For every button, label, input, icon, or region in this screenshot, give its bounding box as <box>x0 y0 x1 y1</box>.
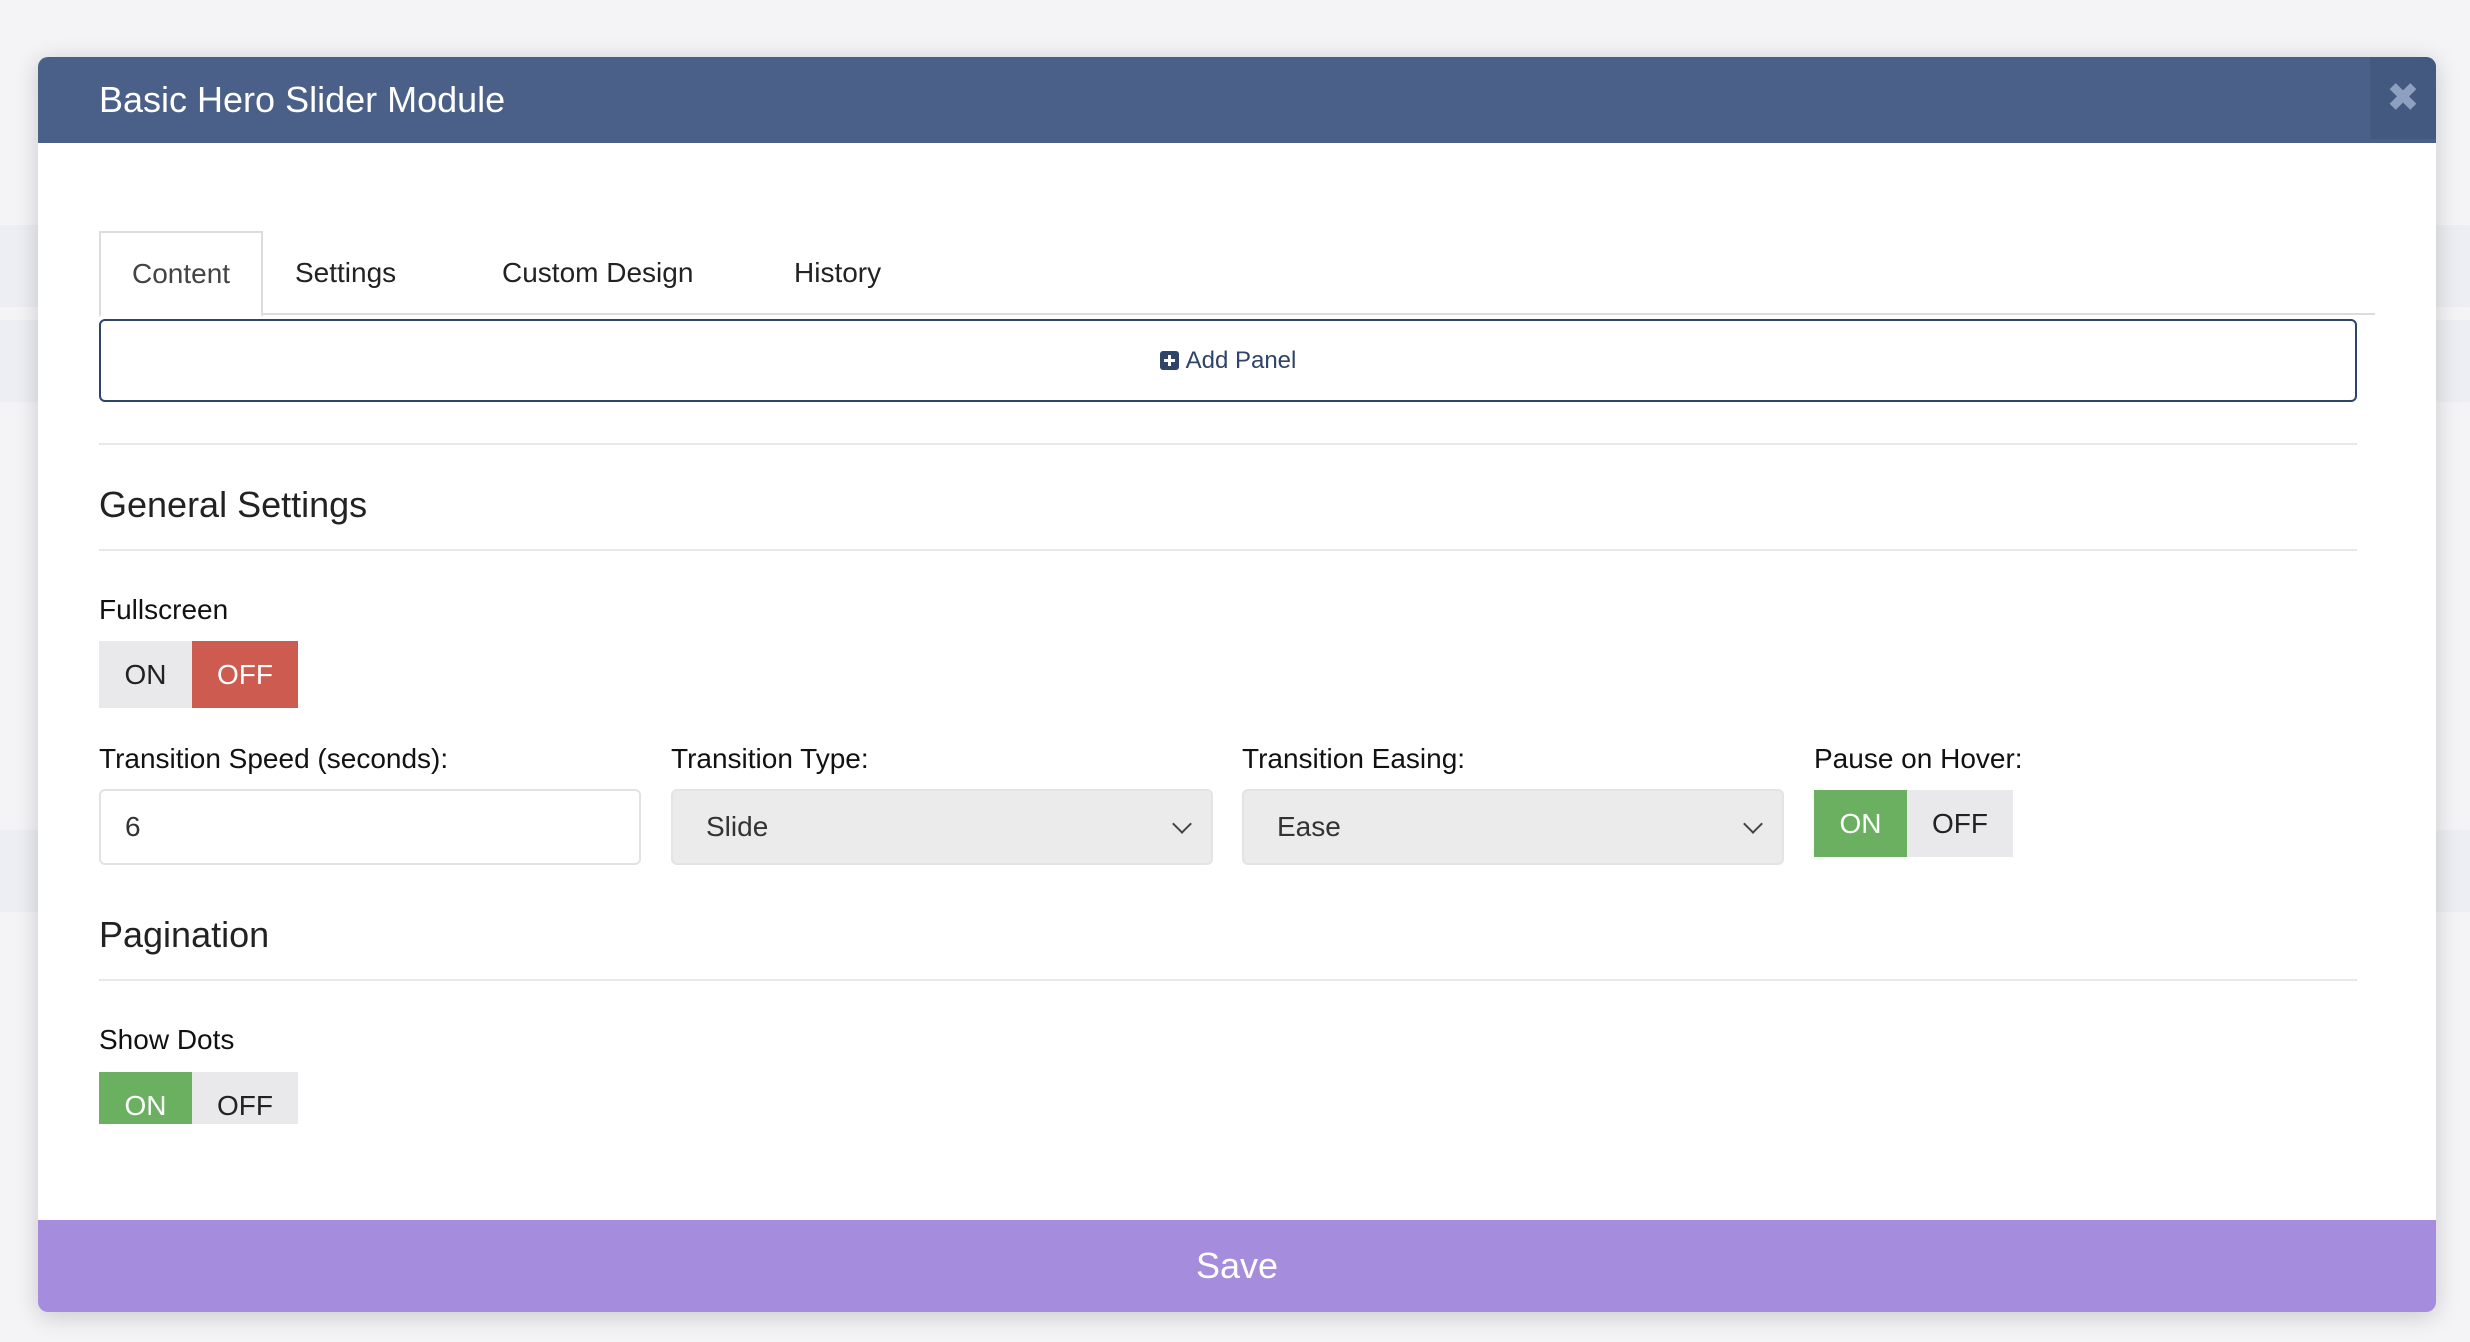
transition-speed-label: Transition Speed (seconds): <box>99 743 449 774</box>
fullscreen-label: Fullscreen <box>99 594 229 625</box>
plus-square-icon <box>1159 351 1179 370</box>
modal-title: Basic Hero Slider Module <box>99 79 506 120</box>
tab-history[interactable]: History <box>763 231 912 315</box>
tab-custom-design[interactable]: Custom Design <box>471 231 724 315</box>
fullscreen-off-option[interactable]: OFF <box>192 641 298 708</box>
pagination-heading: Pagination <box>99 914 270 955</box>
pause-on-hover-label: Pause on Hover: <box>1814 743 2023 774</box>
divider <box>99 443 2357 445</box>
general-settings-heading: General Settings <box>99 484 368 525</box>
tab-content[interactable]: Content <box>99 231 264 317</box>
fullscreen-toggle: ON OFF <box>99 641 298 708</box>
tab-bar: Content Settings Custom Design History <box>99 175 2375 317</box>
divider <box>99 549 2357 551</box>
transition-easing-select[interactable]: Ease <box>1242 789 1784 865</box>
transition-type-select[interactable]: Slide <box>671 789 1213 865</box>
transition-type-value: Slide <box>706 811 769 842</box>
pause-on-hover-off-option[interactable]: OFF <box>1907 790 2013 857</box>
add-panel-label: Add Panel <box>1185 346 1297 374</box>
add-panel-button[interactable]: Add Panel <box>99 319 2357 402</box>
show-dots-off-option[interactable]: OFF <box>192 1072 298 1124</box>
show-dots-label: Show Dots <box>99 1024 235 1055</box>
transition-speed-input[interactable] <box>99 789 641 865</box>
save-button[interactable]: Save <box>38 1220 2436 1312</box>
show-dots-toggle: ON OFF <box>99 1072 298 1124</box>
transition-easing-value: Ease <box>1277 811 1341 842</box>
transition-easing-label: Transition Easing: <box>1242 743 1466 774</box>
modal-header: Basic Hero Slider Module ✖ <box>38 57 2436 143</box>
transition-type-label: Transition Type: <box>671 743 869 774</box>
show-dots-clip: ON OFF <box>99 1072 301 1124</box>
chevron-down-icon <box>1172 814 1192 834</box>
module-modal: Basic Hero Slider Module ✖ Content Setti… <box>38 57 2436 1312</box>
close-button[interactable]: ✖ <box>2370 57 2436 139</box>
close-icon: ✖ <box>2386 76 2420 120</box>
pause-on-hover-on-option[interactable]: ON <box>1814 790 1907 857</box>
fullscreen-on-option[interactable]: ON <box>99 641 192 708</box>
show-dots-on-option[interactable]: ON <box>99 1072 192 1124</box>
pause-on-hover-toggle: ON OFF <box>1814 790 2013 857</box>
chevron-down-icon <box>1743 814 1763 834</box>
tab-settings[interactable]: Settings <box>264 231 427 315</box>
divider <box>99 979 2357 981</box>
